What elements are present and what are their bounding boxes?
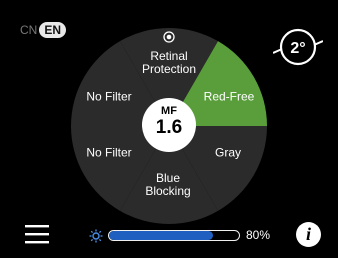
filter-label-line: Red-Free xyxy=(203,89,255,104)
magnification-value: 1.6 xyxy=(155,117,183,138)
filter-label-gray: Gray xyxy=(214,145,242,160)
filter-label-red-free: Red-Free xyxy=(203,89,255,104)
filter-label-no-filter-lower: No Filter xyxy=(86,145,132,160)
sun-icon xyxy=(89,229,103,243)
brightness-percent: 80% xyxy=(246,228,271,242)
filter-label-line: Gray xyxy=(214,145,242,160)
filter-label-line: No Filter xyxy=(86,145,132,160)
brightness-fill xyxy=(109,231,213,240)
hamburger-icon[interactable] xyxy=(25,223,49,245)
filter-label-blue: Blue Blocking xyxy=(145,172,190,198)
filter-label-retinal: Retinal Protection xyxy=(142,50,196,76)
magnification-display[interactable]: MF 1.6 xyxy=(142,98,196,152)
filter-label-line: Protection xyxy=(141,62,197,76)
magnification-label: MF xyxy=(161,105,177,117)
info-button[interactable]: i xyxy=(296,222,321,247)
filter-label-line: Blocking xyxy=(145,184,191,198)
target-icon xyxy=(163,31,175,43)
filter-label-line: No Filter xyxy=(86,89,132,104)
filter-label-no-filter-upper: No Filter xyxy=(86,89,132,104)
brightness-slider[interactable] xyxy=(108,230,240,241)
